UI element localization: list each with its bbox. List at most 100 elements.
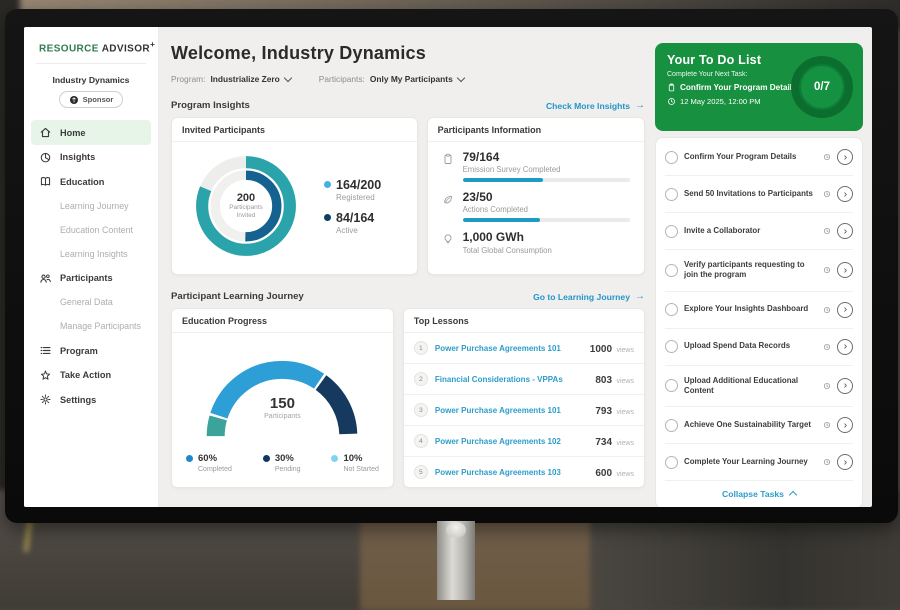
lesson-rank: 1 bbox=[414, 341, 428, 355]
todo-progress-value: 0/7 bbox=[814, 81, 830, 93]
program-filter-label: Program: bbox=[171, 74, 205, 84]
lesson-row: 4 Power Purchase Agreements 102 734 view… bbox=[404, 426, 644, 457]
task-row[interactable]: Achieve One Sustainability Target bbox=[665, 407, 853, 444]
sponsor-label: Sponsor bbox=[83, 95, 114, 104]
sponsor-badge[interactable]: Sponsor bbox=[59, 91, 124, 108]
task-chevron-button[interactable] bbox=[837, 302, 853, 318]
task-label: Send 50 Invitations to Participants bbox=[684, 189, 817, 199]
info-value: 23/50 bbox=[463, 191, 630, 204]
task-row[interactable]: Send 50 Invitations to Participants bbox=[665, 176, 853, 213]
sidebar-item-education-content[interactable]: Education Content bbox=[24, 218, 158, 242]
sidebar-item-insights[interactable]: Insights bbox=[24, 145, 158, 170]
task-chevron-button[interactable] bbox=[837, 262, 853, 278]
task-checkbox[interactable] bbox=[665, 225, 678, 238]
lesson-link[interactable]: Financial Considerations - VPPAs bbox=[435, 375, 588, 384]
sidebar-item-label: Learning Insights bbox=[60, 249, 128, 259]
task-checkbox[interactable] bbox=[665, 456, 678, 469]
sidebar-item-general-data[interactable]: General Data bbox=[24, 290, 158, 314]
views-value: 1000 bbox=[590, 344, 612, 355]
task-checkbox[interactable] bbox=[665, 419, 678, 432]
lesson-views: 734 views bbox=[595, 432, 634, 450]
views-value: 734 bbox=[595, 437, 612, 448]
donut-center-label: Participants Invited bbox=[220, 204, 272, 221]
lesson-link[interactable]: Power Purchase Agreements 103 bbox=[435, 468, 588, 477]
task-chevron-button[interactable] bbox=[837, 454, 853, 470]
donut-center-value: 200 bbox=[237, 192, 255, 204]
task-chevron-button[interactable] bbox=[837, 149, 853, 165]
clipboard-icon bbox=[667, 83, 676, 92]
check-more-insights-link[interactable]: Check More Insights → bbox=[546, 100, 645, 111]
sidebar-item-program[interactable]: Program bbox=[24, 338, 158, 363]
task-row[interactable]: Verify participants requesting to join t… bbox=[665, 250, 853, 292]
lesson-row: 3 Power Purchase Agreements 101 793 view… bbox=[404, 395, 644, 426]
sidebar: RESOURCE ADVISOR+ Industry Dynamics Spon… bbox=[24, 27, 159, 507]
task-checkbox[interactable] bbox=[665, 264, 678, 277]
collapse-label: Collapse Tasks bbox=[722, 489, 784, 499]
dashboard-screen: RESOURCE ADVISOR+ Industry Dynamics Spon… bbox=[24, 27, 872, 507]
sidebar-item-label: Settings bbox=[60, 395, 96, 405]
gauge-legend: 60% Completed 30% Pending 10% Not Starte… bbox=[172, 444, 393, 473]
task-chevron-button[interactable] bbox=[837, 378, 853, 394]
legend-value: 164/200 bbox=[336, 178, 381, 192]
sidebar-item-education[interactable]: Education bbox=[24, 169, 158, 194]
link-label: Check More Insights bbox=[546, 101, 630, 111]
lesson-link[interactable]: Power Purchase Agreements 101 bbox=[435, 344, 583, 353]
task-row[interactable]: Explore Your Insights Dashboard bbox=[665, 292, 853, 329]
education-icon bbox=[39, 175, 52, 188]
sidebar-item-label: Manage Participants bbox=[60, 321, 141, 331]
go-to-learning-journey-link[interactable]: Go to Learning Journey → bbox=[533, 291, 645, 302]
task-row[interactable]: Confirm Your Program Details bbox=[665, 139, 853, 176]
card-title: Participants Information bbox=[428, 118, 644, 142]
sidebar-item-participants[interactable]: Participants bbox=[24, 266, 158, 291]
task-chevron-button[interactable] bbox=[837, 223, 853, 239]
sidebar-item-label: Take Action bbox=[60, 370, 111, 380]
task-row[interactable]: Upload Spend Data Records bbox=[665, 329, 853, 366]
sidebar-item-learning-insights[interactable]: Learning Insights bbox=[24, 242, 158, 266]
lesson-views: 1000 views bbox=[590, 339, 634, 357]
progress-fill bbox=[463, 218, 540, 222]
monitor-bezel: RESOURCE ADVISOR+ Industry Dynamics Spon… bbox=[5, 9, 898, 523]
clock-icon bbox=[823, 306, 831, 314]
sidebar-item-take-action[interactable]: Take Action bbox=[24, 363, 158, 388]
task-checkbox[interactable] bbox=[665, 188, 678, 201]
clock-icon bbox=[823, 458, 831, 466]
legend-label: Registered bbox=[336, 193, 381, 202]
views-unit: views bbox=[616, 471, 634, 478]
legend-item-completed: 60% Completed bbox=[186, 454, 232, 473]
views-unit: views bbox=[616, 440, 634, 447]
program-insights-header: Program Insights Check More Insights → bbox=[171, 100, 645, 111]
sidebar-item-manage-participants[interactable]: Manage Participants bbox=[24, 314, 158, 338]
sidebar-item-label: Insights bbox=[60, 152, 95, 162]
clock-icon bbox=[667, 97, 676, 106]
task-checkbox[interactable] bbox=[665, 340, 678, 353]
task-row[interactable]: Invite a Collaborator bbox=[665, 213, 853, 250]
task-chevron-button[interactable] bbox=[837, 339, 853, 355]
page-title: Welcome, Industry Dynamics bbox=[171, 43, 645, 64]
insights-icon bbox=[39, 151, 52, 164]
lesson-link[interactable]: Power Purchase Agreements 101 bbox=[435, 406, 588, 415]
clipboard-icon bbox=[442, 153, 455, 182]
task-chevron-button[interactable] bbox=[837, 417, 853, 433]
donut-legend: 164/200 Registered 84/164 Active bbox=[324, 169, 381, 244]
arrow-right-icon: → bbox=[635, 100, 645, 111]
legend-label: Pending bbox=[275, 466, 301, 473]
main-content: Welcome, Industry Dynamics Program: Indu… bbox=[159, 27, 655, 507]
legend-pct: 60% bbox=[198, 454, 232, 464]
task-row[interactable]: Upload Additional Educational Content bbox=[665, 366, 853, 408]
task-checkbox[interactable] bbox=[665, 303, 678, 316]
lesson-link[interactable]: Power Purchase Agreements 102 bbox=[435, 437, 588, 446]
sidebar-item-settings[interactable]: Settings bbox=[24, 387, 158, 412]
task-checkbox[interactable] bbox=[665, 379, 678, 392]
participants-filter[interactable]: Participants: Only My Participants bbox=[319, 74, 464, 84]
top-lessons-card: Top Lessons 1 Power Purchase Agreements … bbox=[403, 308, 645, 488]
collapse-tasks-link[interactable]: Collapse Tasks bbox=[665, 481, 853, 507]
views-unit: views bbox=[616, 409, 634, 416]
task-chevron-button[interactable] bbox=[837, 186, 853, 202]
task-row[interactable]: Complete Your Learning Journey bbox=[665, 444, 853, 481]
task-checkbox[interactable] bbox=[665, 151, 678, 164]
sidebar-item-learning-journey[interactable]: Learning Journey bbox=[24, 194, 158, 218]
program-filter[interactable]: Program: Industrialize Zero bbox=[171, 74, 291, 84]
legend-label: Completed bbox=[198, 466, 232, 473]
task-label: Complete Your Learning Journey bbox=[684, 457, 817, 467]
sidebar-item-home[interactable]: Home bbox=[31, 120, 151, 145]
